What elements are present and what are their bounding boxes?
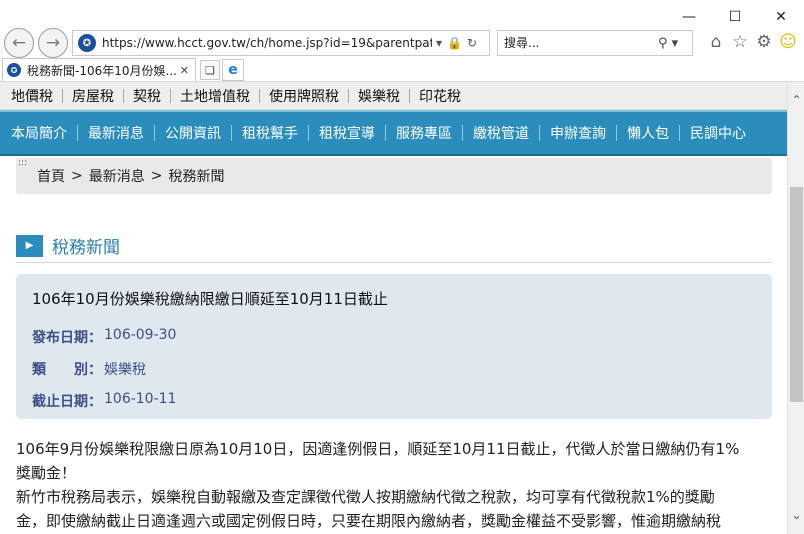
favorites-star-icon[interactable]: ☆ xyxy=(730,32,750,52)
scroll-thumb[interactable] xyxy=(790,187,803,402)
site-favicon-icon: ✪ xyxy=(78,34,96,52)
breadcrumb: ::: 首頁 > 最新消息 > 稅務新聞 xyxy=(16,158,772,194)
breadcrumb-current[interactable]: 稅務新聞 xyxy=(168,166,224,186)
main-nav-item-tax-helper[interactable]: 租稅幫手 xyxy=(232,123,308,143)
tax-nav-item-land-increment[interactable]: 土地增值稅 xyxy=(171,86,259,106)
tab-favicon-icon: ✪ xyxy=(7,63,21,77)
publish-date-label: 發布日期： xyxy=(32,330,102,346)
category-row: 類 別： 娛樂稅 xyxy=(32,359,756,379)
tab-title: 稅務新聞-106年10月份娛... xyxy=(27,63,177,78)
tax-nav-item-amusement[interactable]: 娛樂稅 xyxy=(349,86,409,106)
minimize-icon[interactable]: — xyxy=(666,6,712,28)
home-icon[interactable]: ⌂ xyxy=(706,32,726,52)
publish-date-row: 發布日期： 106-09-30 xyxy=(32,327,756,347)
publish-date-value: 106-09-30 xyxy=(104,327,177,343)
main-nav-item-inquiry[interactable]: 申辦查詢 xyxy=(540,123,616,143)
main-nav-item-survey[interactable]: 民調中心 xyxy=(680,123,756,143)
deadline-row: 截止日期： 106-10-11 xyxy=(32,391,756,411)
breadcrumb-separator: > xyxy=(71,168,83,184)
news-info-box: 106年10月份娛樂稅繳納限繳日順延至10月11日截止 發布日期： 106-09… xyxy=(16,274,772,419)
feedback-smiley-icon[interactable]: ☺ xyxy=(778,32,798,52)
main-nav-item-news[interactable]: 最新消息 xyxy=(78,123,154,143)
main-nav-item-public-info[interactable]: 公開資訊 xyxy=(155,123,231,143)
tax-nav-item-stamp[interactable]: 印花稅 xyxy=(410,86,470,106)
tax-nav-item-land-value[interactable]: 地價稅 xyxy=(11,86,62,106)
body-paragraph-line: 新竹市稅務局表示，娛樂稅自動報繳及查定課徵代徵人按期繳納代徵之稅款，均可享有代徵… xyxy=(16,488,715,506)
url-text[interactable]: https://www.hcct.gov.tw/ch/home.jsp?id=1… xyxy=(102,36,432,50)
scroll-down-icon[interactable]: ⌄ xyxy=(788,507,804,524)
body-paragraph-line: 獎勵金！ xyxy=(16,464,77,482)
search-icon[interactable]: ⚲ ▾ xyxy=(658,36,678,51)
main-nav-item-services[interactable]: 服務專區 xyxy=(386,123,462,143)
page-viewport: 地價稅 房屋稅 契稅 土地增值稅 使用牌照稅 娛樂稅 印花稅 本局簡介 最新消息… xyxy=(0,82,787,534)
back-button[interactable]: ← xyxy=(4,28,34,58)
ie-logo-icon[interactable]: e xyxy=(222,59,244,81)
tab-row: ✪ 稅務新聞-106年10月份娛... ✕ ❏ e xyxy=(0,58,804,82)
refresh-icon[interactable]: ↻ xyxy=(467,36,477,50)
section-heading: ▶ 稅務新聞 xyxy=(16,229,772,263)
forward-arrow-icon: → xyxy=(45,33,61,53)
breadcrumb-news[interactable]: 最新消息 xyxy=(89,166,145,186)
main-nav: 本局簡介 最新消息 公開資訊 租稅幫手 租稅宣導 服務專區 繳稅管道 申辦查詢 … xyxy=(0,110,787,156)
search-input[interactable] xyxy=(504,36,654,50)
main-nav-item-tax-promotion[interactable]: 租稅宣導 xyxy=(309,123,385,143)
main-nav-item-quick-guide[interactable]: 懶人包 xyxy=(617,123,679,143)
main-nav-item-about[interactable]: 本局簡介 xyxy=(11,123,77,143)
browser-tab-active[interactable]: ✪ 稅務新聞-106年10月份娛... ✕ xyxy=(2,58,196,81)
body-paragraph-line: 106年9月份娛樂稅限繳日原為10月10日，因適逢例假日，順延至10月11日截止… xyxy=(16,440,740,458)
breadcrumb-home[interactable]: 首頁 xyxy=(37,166,65,186)
accesskey-dots-icon[interactable]: ::: xyxy=(18,159,27,168)
window-controls: — ☐ ✕ xyxy=(666,6,804,28)
scroll-up-icon[interactable]: ⌃ xyxy=(788,92,804,109)
deadline-label: 截止日期： xyxy=(32,394,102,410)
navigation-bar: ← → ✪ https://www.hcct.gov.tw/ch/home.js… xyxy=(0,28,804,58)
maximize-icon[interactable]: ☐ xyxy=(712,6,758,28)
tax-nav-item-license[interactable]: 使用牌照稅 xyxy=(260,86,348,106)
toolbar-icons: ⌂ ☆ ⚙ ☺ xyxy=(706,32,798,52)
deadline-value: 106-10-11 xyxy=(104,391,177,407)
close-icon[interactable]: ✕ xyxy=(758,6,804,28)
news-title: 106年10月份娛樂稅繳納限繳日順延至10月11日截止 xyxy=(32,290,388,308)
tax-nav-item-deed[interactable]: 契稅 xyxy=(124,86,170,106)
new-tab-button[interactable]: ❏ xyxy=(200,60,220,80)
tax-nav-item-house[interactable]: 房屋稅 xyxy=(63,86,123,106)
browser-chrome: — ☐ ✕ ← → ✪ https://www.hcct.gov.tw/ch/h… xyxy=(0,0,804,82)
tax-category-nav: 地價稅 房屋稅 契稅 土地增值稅 使用牌照稅 娛樂稅 印花稅 xyxy=(0,82,787,110)
page-title: 稅務新聞 xyxy=(52,238,120,258)
body-paragraph-line: 金，即使繳納截止日適逢週六或國定例假日時，只要在期限內繳納者，獎勵金權益不受影響… xyxy=(16,512,722,530)
vertical-scrollbar[interactable]: ⌃ ⌄ xyxy=(787,82,804,534)
breadcrumb-separator: > xyxy=(150,168,163,184)
main-nav-item-payment[interactable]: 繳稅管道 xyxy=(463,123,539,143)
search-box[interactable]: ⚲ ▾ xyxy=(497,30,693,56)
lock-icon[interactable]: 🔒 xyxy=(447,36,462,50)
address-bar[interactable]: ✪ https://www.hcct.gov.tw/ch/home.jsp?id… xyxy=(72,30,490,56)
back-arrow-icon: ← xyxy=(11,33,27,53)
settings-gear-icon[interactable]: ⚙ xyxy=(754,32,774,52)
category-label: 類 別： xyxy=(32,362,102,378)
play-arrow-icon: ▶ xyxy=(16,234,43,257)
tab-close-icon[interactable]: ✕ xyxy=(180,64,189,77)
dropdown-arrow-icon[interactable]: ▾ xyxy=(436,36,442,50)
article-body: 106年9月份娛樂稅限繳日原為10月10日，因適逢例假日，順延至10月11日截止… xyxy=(16,437,776,533)
category-value: 娛樂稅 xyxy=(104,362,146,378)
forward-button[interactable]: → xyxy=(38,28,68,58)
